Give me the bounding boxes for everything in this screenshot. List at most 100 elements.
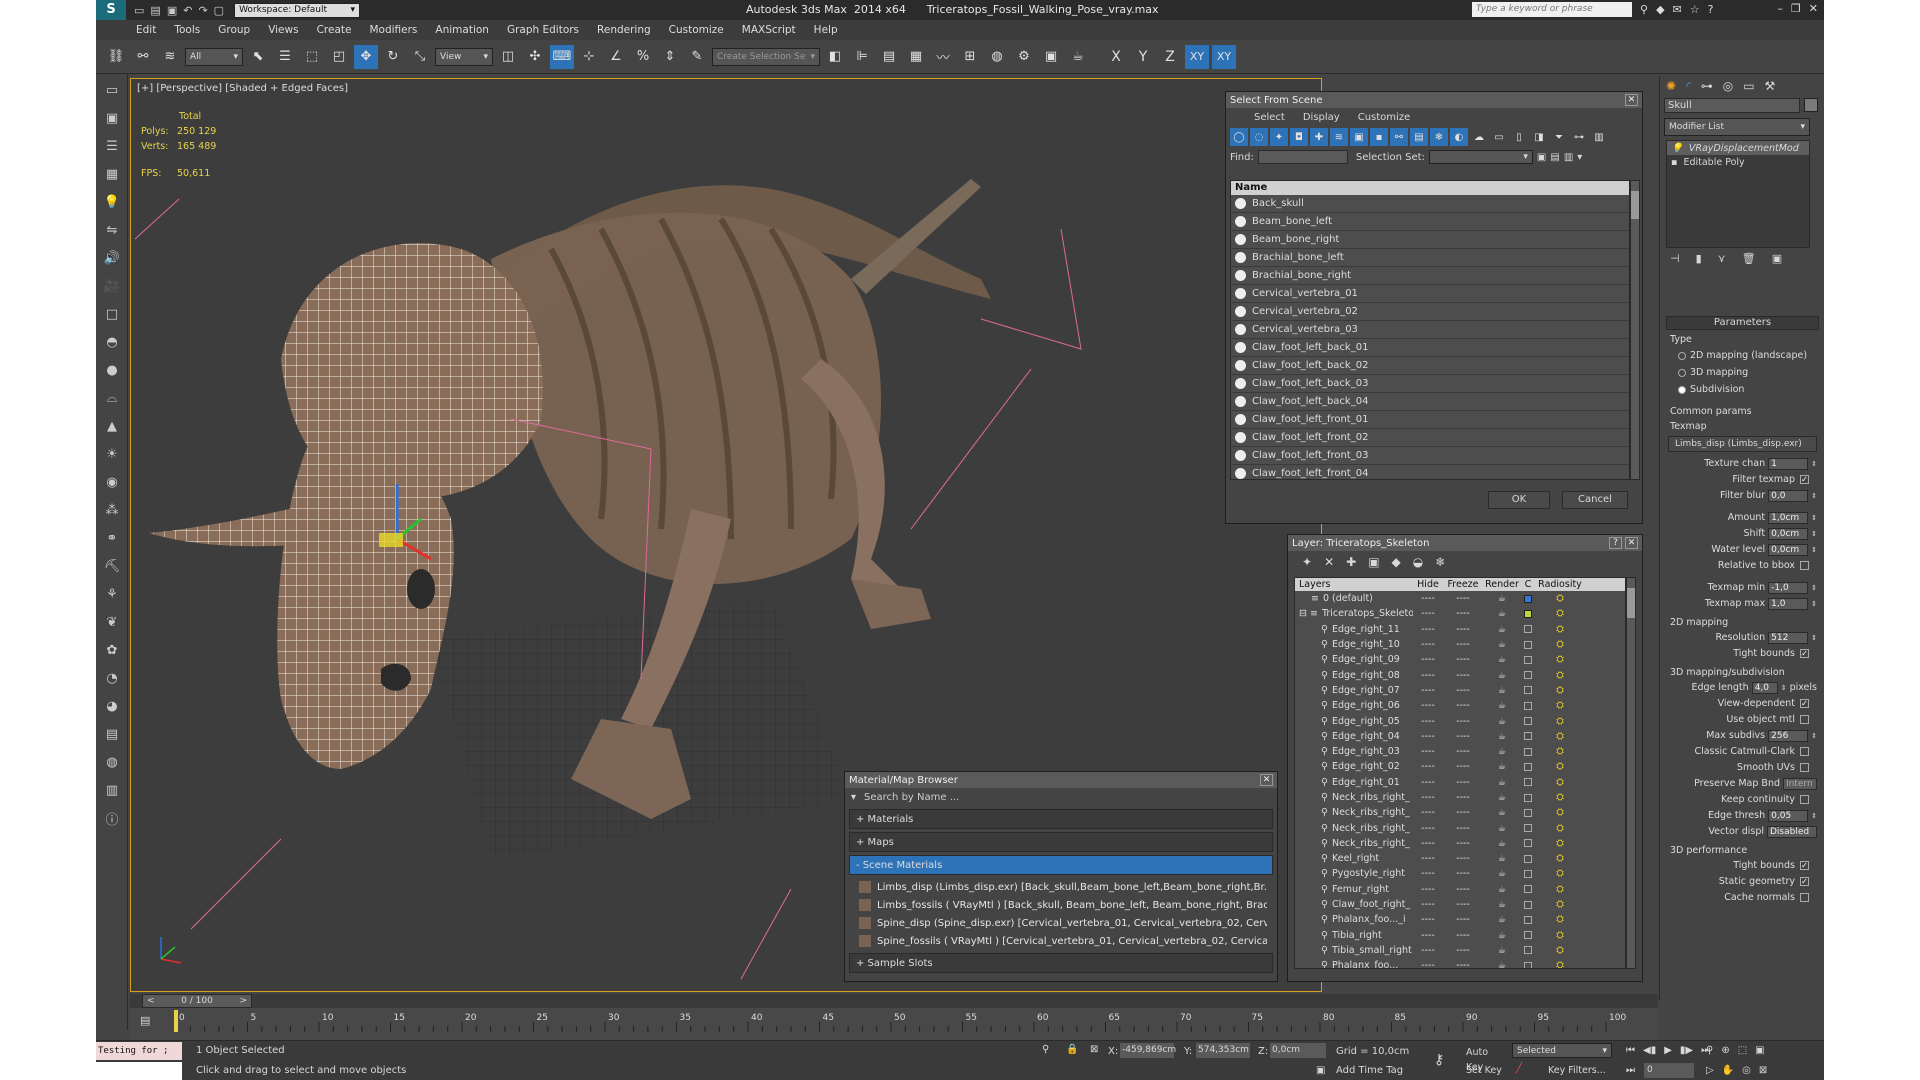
render-toggle-icon[interactable]: ☕ (1483, 639, 1521, 650)
binoculars-icon[interactable]: ⚲ (1640, 3, 1648, 16)
list-item[interactable]: Claw_foot_left_back_02 (1231, 357, 1629, 375)
axis-constraint-z[interactable]: Z (1158, 45, 1182, 69)
box-icon[interactable]: □ (100, 302, 124, 326)
tab-customize[interactable]: Customize (1358, 112, 1411, 123)
layer-object-row[interactable]: ⚲ Phalanx_foo... ---- ---- ☕ ⛭ (1295, 958, 1625, 968)
layer-object-row[interactable]: ⚲ Pygostyle_right ---- ---- ☕ ⛭ (1295, 866, 1625, 881)
hide-toggle[interactable]: ---- (1413, 792, 1443, 803)
list-item[interactable]: Claw_foot_left_back_04 (1231, 393, 1629, 411)
classic-catmull-clark-checkbox[interactable] (1800, 747, 1809, 756)
spinner-arrows-icon[interactable]: ⇕ (1811, 634, 1817, 642)
freeze-toggle[interactable]: ---- (1443, 639, 1483, 650)
list-item[interactable]: Brachial_bone_left (1231, 249, 1629, 267)
layer-manager-icon[interactable]: ▤ (877, 45, 901, 69)
hemisphere-icon[interactable]: ◓ (100, 330, 124, 354)
layer-color-swatch[interactable] (1524, 609, 1532, 618)
materials-section[interactable]: + Materials (849, 809, 1273, 829)
amount-spinner[interactable]: 1,0cm (1768, 511, 1809, 524)
spinner-arrows-icon[interactable]: ⇕ (1811, 812, 1817, 820)
default-in-out-tangent-icon[interactable]: ╱ (1516, 1063, 1522, 1074)
layer-object-row[interactable]: ⚲ Edge_right_02 ---- ---- ☕ ⛭ (1295, 759, 1625, 774)
hide-toggle[interactable]: ---- (1413, 746, 1443, 757)
render-toggle-icon[interactable]: ☕ (1483, 608, 1521, 619)
spinner-arrows-icon[interactable]: ⇕ (1811, 732, 1817, 740)
radiosity-icon[interactable]: ⛭ (1535, 823, 1585, 834)
layer-object-row[interactable]: ⚲ Edge_right_05 ---- ---- ☕ ⛭ (1295, 713, 1625, 728)
hide-toggle[interactable]: ---- (1413, 945, 1443, 956)
render-toggle-icon[interactable]: ☕ (1483, 670, 1521, 681)
menu-animation[interactable]: Animation (435, 24, 489, 36)
select-object-icon[interactable]: ⬉ (246, 45, 270, 69)
hide-toggle[interactable]: ---- (1413, 761, 1443, 772)
layer-object-row[interactable]: ⚲ Edge_right_08 ---- ---- ☕ ⛭ (1295, 667, 1625, 682)
layer-object-row[interactable]: ⚲ Neck_ribs_right_ ---- ---- ☕ ⛭ (1295, 805, 1625, 820)
render-toggle-icon[interactable]: ☕ (1483, 654, 1521, 665)
freeze-toggle[interactable]: ---- (1443, 823, 1483, 834)
selection-filter-dropdown[interactable]: All ▾ (185, 47, 243, 66)
hide-toggle[interactable]: ---- (1413, 639, 1443, 650)
hide-toggle[interactable]: ---- (1413, 868, 1443, 879)
freeze-toggle[interactable]: ---- (1443, 624, 1483, 635)
stack-item-vray-displacement[interactable]: 💡 VRayDisplacementMod (1667, 141, 1809, 155)
render-toggle-icon[interactable]: ☕ (1483, 792, 1521, 803)
selection-set-dropdown[interactable]: ▾ (1428, 150, 1533, 164)
undo-icon[interactable]: ↶ (183, 4, 192, 17)
find-case-icon[interactable]: ▥ (1564, 152, 1573, 163)
freeze-toggle[interactable]: ---- (1443, 930, 1483, 941)
layer-object-row[interactable]: ⚲ Tibia_right ---- ---- ☕ ⛭ (1295, 928, 1625, 943)
restore-icon[interactable]: ❐ (1791, 2, 1801, 15)
time-slider-thumb[interactable]: < 0 / 100 > (142, 994, 252, 1008)
spinner-arrows-icon[interactable]: ⇕ (1781, 684, 1787, 692)
key-mode-dropdown[interactable]: Selected ▾ (1512, 1043, 1612, 1058)
render-icon[interactable]: ▣ (100, 106, 124, 130)
sync-selection-icon[interactable]: ▣ (1537, 152, 1546, 163)
play-icon[interactable]: ▶ (1664, 1045, 1672, 1056)
cache-normals-checkbox[interactable] (1800, 893, 1809, 902)
freeze-toggle[interactable]: ---- (1443, 853, 1483, 864)
zoom-extents-all-icon[interactable]: ▣ (1755, 1045, 1764, 1056)
snaps-toggle-icon[interactable]: ⊹ (577, 45, 601, 69)
layer-list[interactable]: Layers Hide Freeze Render C Radiosity ≡ 0… (1294, 577, 1626, 969)
maps-section[interactable]: + Maps (849, 832, 1273, 852)
freeze-toggle[interactable]: ---- (1443, 960, 1483, 968)
radiosity-icon[interactable]: ⛭ (1535, 884, 1585, 895)
edge-thresh-spinner[interactable]: 0,05 (1768, 809, 1809, 822)
render-toggle-icon[interactable]: ☕ (1483, 716, 1521, 727)
sort-icon[interactable]: ▤ (1550, 152, 1559, 163)
type-3d-mapping-radio[interactable]: 3D mapping (1678, 364, 1819, 381)
hide-toggle[interactable]: ---- (1413, 731, 1443, 742)
filter-texmap-checkbox[interactable]: ✓ (1800, 475, 1809, 484)
expand-plus-icon[interactable]: ▪ (1671, 157, 1677, 168)
angle-snap-icon[interactable]: ∠ (604, 45, 628, 69)
utilities-tab-icon[interactable]: ⚒ (1765, 79, 1776, 93)
shapes-filter-icon[interactable]: ◌ (1250, 128, 1268, 146)
menu-customize[interactable]: Customize (669, 24, 724, 36)
layer-object-row[interactable]: ⚲ Edge_right_11 ---- ---- ☕ ⛭ (1295, 622, 1625, 637)
select-by-name-icon[interactable]: ☰ (273, 45, 297, 69)
col-render[interactable]: Render (1483, 579, 1521, 590)
freeze-toggle[interactable]: ---- (1443, 945, 1483, 956)
layer-object-row[interactable]: ⚲ Neck_ribs_right_ ---- ---- ☕ ⛭ (1295, 836, 1625, 851)
pin-stack-icon[interactable]: ⊣ (1670, 252, 1680, 265)
close-icon[interactable]: ✕ (1809, 2, 1818, 15)
radiosity-icon[interactable]: ⛭ (1535, 685, 1585, 696)
freeze-toggle[interactable]: ---- (1443, 731, 1483, 742)
list-scrollbar[interactable] (1630, 180, 1640, 480)
edge-length-spinner[interactable]: 4,0 (1751, 681, 1778, 694)
render-toggle-icon[interactable]: ☕ (1483, 777, 1521, 788)
lights-filter-icon[interactable]: ✦ (1270, 128, 1288, 146)
scene-material-item[interactable]: Limbs_fossils ( VRayMtl ) [Back_skull, B… (855, 896, 1267, 914)
brow-horn[interactable] (149, 499, 341, 547)
zoom-extents-icon[interactable]: ⬚ (1738, 1045, 1747, 1056)
freeze-toggle[interactable]: ---- (1443, 792, 1483, 803)
key-filters-button[interactable]: Key Filters... (1548, 1065, 1606, 1076)
menu-maxscript[interactable]: MAXScript (742, 24, 796, 36)
object-color-swatch[interactable] (1524, 854, 1532, 863)
object-color-swatch[interactable] (1524, 793, 1532, 802)
layer-object-row[interactable]: ⚲ Keel_right ---- ---- ☕ ⛭ (1295, 851, 1625, 866)
radiosity-icon[interactable]: ⛭ (1535, 624, 1585, 635)
current-frame-field[interactable]: 0 (1644, 1063, 1694, 1078)
pan-icon[interactable]: ✋ (1722, 1065, 1734, 1076)
freeze-toggle[interactable]: ---- (1443, 807, 1483, 818)
freeze-toggle[interactable]: ---- (1443, 608, 1483, 619)
